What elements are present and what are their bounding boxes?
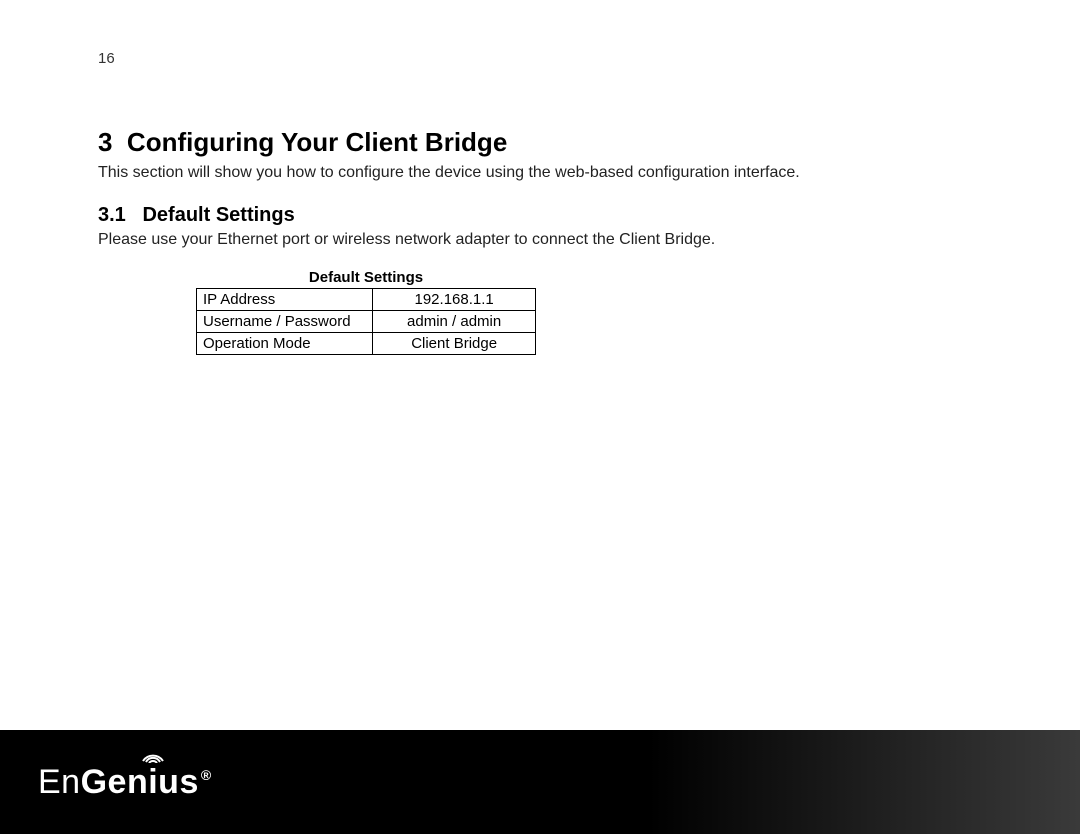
- document-page: 16 3 Configuring Your Client Bridge This…: [0, 0, 1080, 355]
- table-key: Operation Mode: [197, 333, 373, 355]
- table-row: Username / Password admin / admin: [197, 311, 536, 333]
- logo-part-gen: Gen: [81, 763, 149, 801]
- table-val: admin / admin: [373, 311, 536, 333]
- table-key: Username / Password: [197, 311, 373, 333]
- wifi-icon: [141, 749, 165, 763]
- brand-logo: EnGen i us®: [38, 763, 212, 802]
- registered-icon: ®: [201, 767, 212, 783]
- page-footer: EnGen i us®: [0, 730, 1080, 834]
- subsection-text: Default Settings: [142, 204, 294, 226]
- settings-table: IP Address 192.168.1.1 Username / Passwo…: [196, 288, 536, 355]
- subsection-number: 3.1: [98, 204, 126, 226]
- section-heading: 3 Configuring Your Client Bridge: [98, 127, 982, 158]
- logo-part-i: i: [148, 763, 158, 801]
- logo-i-with-wifi: i: [148, 763, 158, 802]
- table-row: IP Address 192.168.1.1: [197, 289, 536, 311]
- heading-text: Configuring Your Client Bridge: [127, 127, 507, 157]
- subsection-heading: 3.1 Default Settings: [98, 204, 982, 227]
- table-row: Operation Mode Client Bridge: [197, 333, 536, 355]
- table-key: IP Address: [197, 289, 373, 311]
- logo-text: EnGen i us®: [38, 763, 212, 802]
- logo-part-us: us: [158, 763, 199, 801]
- section-intro: This section will show you how to config…: [98, 164, 982, 182]
- subsection-intro: Please use your Ethernet port or wireles…: [98, 231, 982, 249]
- heading-number: 3: [98, 127, 112, 157]
- page-number: 16: [98, 50, 982, 67]
- table-val: Client Bridge: [373, 333, 536, 355]
- logo-part-en: En: [38, 763, 81, 801]
- table-title: Default Settings: [196, 269, 536, 286]
- table-val: 192.168.1.1: [373, 289, 536, 311]
- settings-table-wrap: Default Settings IP Address 192.168.1.1 …: [196, 269, 982, 355]
